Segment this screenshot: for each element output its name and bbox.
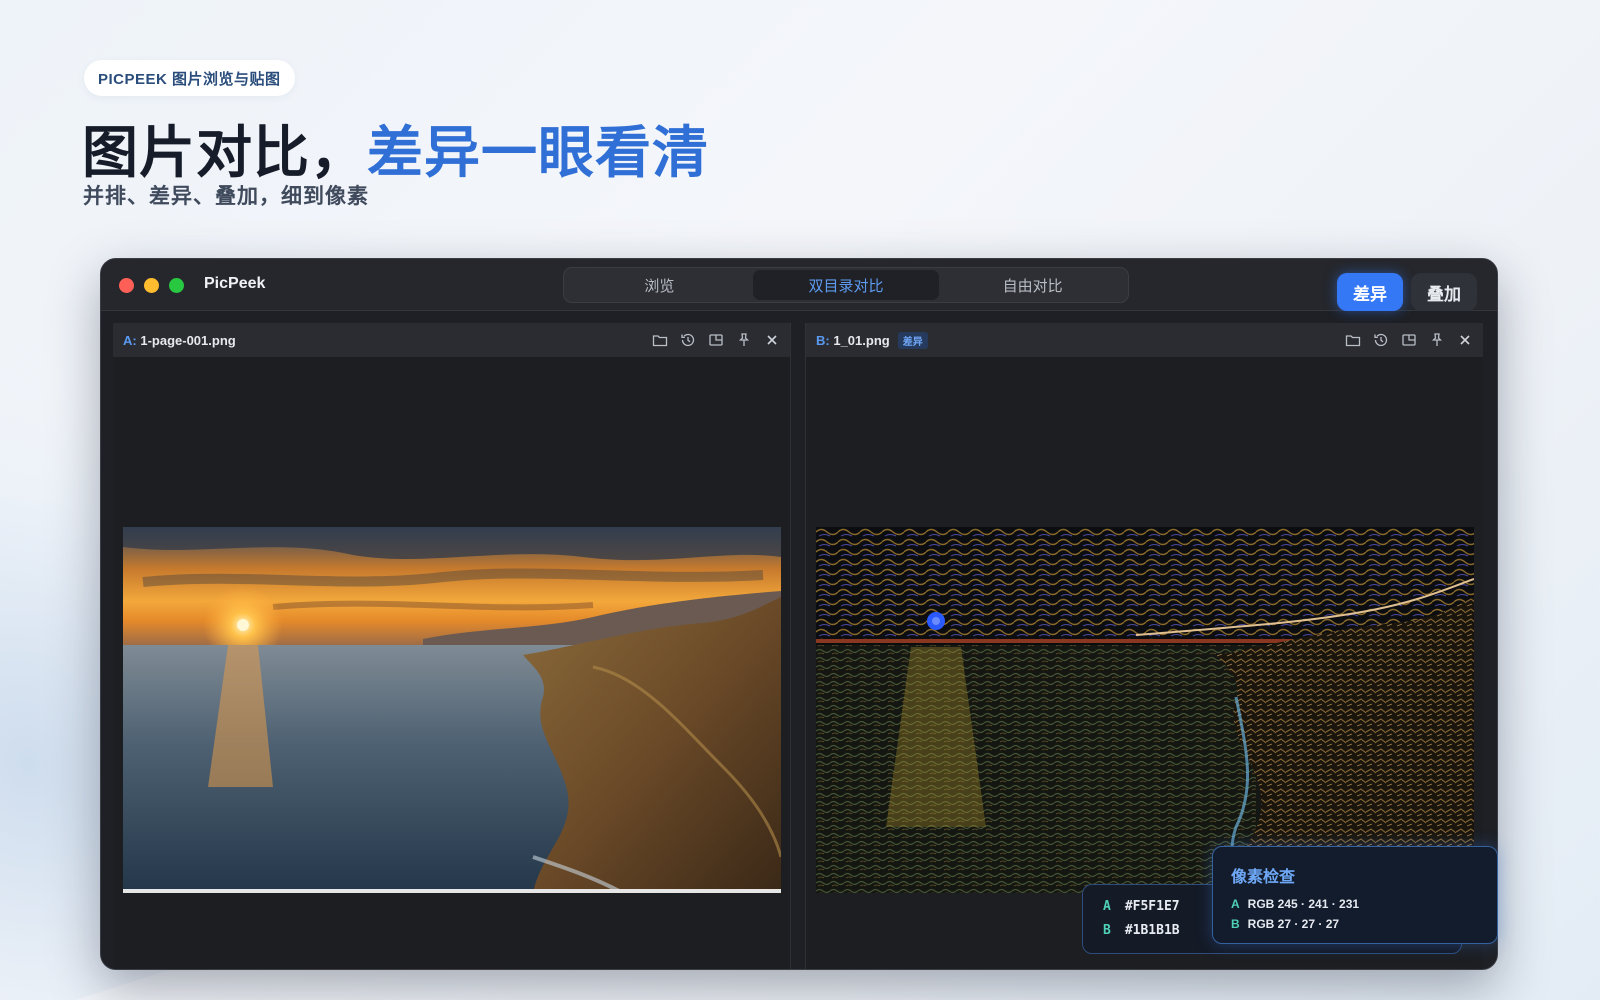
pane-b-title: B: 1_01.png xyxy=(816,333,890,348)
page-headline: 图片对比，差异一眼看清 xyxy=(82,108,709,189)
headline-accent: 差异一眼看清 xyxy=(367,121,709,184)
pane-b-diff-badge: 差异 xyxy=(897,331,928,349)
pane-b-header: B: 1_01.png 差异 xyxy=(806,323,1483,357)
diff-mode-button[interactable]: 差异 xyxy=(1337,273,1403,311)
hex-a-value: #F5F1E7 xyxy=(1124,899,1180,914)
inspector-row-a: A RGB 245 · 241 · 231 xyxy=(1231,897,1359,911)
pane-a-prefix: A: xyxy=(123,332,137,348)
tab-browse[interactable]: 浏览 xyxy=(566,270,753,300)
window-titlebar: PicPeek 浏览 双目录对比 自由对比 差异 叠加 xyxy=(101,259,1497,311)
image-a-sunset-coast[interactable] xyxy=(123,527,781,893)
hex-row-b: B #1B1B1B xyxy=(1103,923,1180,938)
hex-b-value: #1B1B1B xyxy=(1124,923,1180,938)
page-subheadline: 并排、差异、叠加，细到像素 xyxy=(83,185,369,208)
product-badge: PICPEEK 图片浏览与贴图 xyxy=(84,60,295,96)
history-icon[interactable] xyxy=(680,332,696,348)
hex-row-a: A #F5F1E7 xyxy=(1103,899,1180,914)
history-icon[interactable] xyxy=(1373,332,1389,348)
inspector-row-b: B RGB 27 · 27 · 27 xyxy=(1231,917,1339,931)
pane-a-filename: 1-page-001.png xyxy=(140,332,236,348)
pane-a-header: A: 1-page-001.png xyxy=(113,323,790,357)
pin-icon[interactable] xyxy=(736,332,752,348)
folder-icon[interactable] xyxy=(1345,332,1361,348)
pane-b-filename: 1_01.png xyxy=(833,332,890,348)
product-badge-label: PICPEEK 图片浏览与贴图 xyxy=(98,70,281,88)
hex-a-label: A xyxy=(1103,899,1111,914)
hex-b-label: B xyxy=(1103,923,1111,938)
close-icon[interactable] xyxy=(764,332,780,348)
pixel-inspector-title: 像素检查 xyxy=(1231,869,1296,886)
headline-main: 图片对比， xyxy=(82,121,367,184)
fit-window-icon[interactable] xyxy=(1401,332,1417,348)
inspector-a-label: A xyxy=(1231,897,1240,911)
pixel-inspector-panel: 像素检查 A RGB 245 · 241 · 231 B RGB 27 · 27 ·… xyxy=(1212,846,1498,944)
pane-a: A: 1-page-001.png xyxy=(113,323,791,969)
window-zoom-button[interactable] xyxy=(169,278,184,293)
view-mode-tabs: 浏览 双目录对比 自由对比 xyxy=(563,267,1129,303)
fit-window-icon[interactable] xyxy=(708,332,724,348)
tab-free-compare[interactable]: 自由对比 xyxy=(939,270,1126,300)
app-name: PicPeek xyxy=(204,275,266,292)
image-b-difference-map[interactable] xyxy=(816,527,1474,893)
pane-b-toolbar xyxy=(1345,323,1473,357)
inspector-a-value: RGB 245 · 241 · 231 xyxy=(1247,897,1360,911)
inspector-b-label: B xyxy=(1231,917,1240,931)
tab-dual-directory-compare[interactable]: 双目录对比 xyxy=(752,270,940,300)
folder-icon[interactable] xyxy=(652,332,668,348)
pane-a-toolbar xyxy=(652,323,780,357)
pin-icon[interactable] xyxy=(1429,332,1445,348)
inspector-b-value: RGB 27 · 27 · 27 xyxy=(1247,917,1340,931)
overlay-mode-button[interactable]: 叠加 xyxy=(1411,273,1477,311)
pane-b-prefix: B: xyxy=(816,332,830,348)
close-icon[interactable] xyxy=(1457,332,1473,348)
pane-a-title: A: 1-page-001.png xyxy=(123,333,236,348)
window-close-button[interactable] xyxy=(119,278,134,293)
window-minimize-button[interactable] xyxy=(144,278,159,293)
